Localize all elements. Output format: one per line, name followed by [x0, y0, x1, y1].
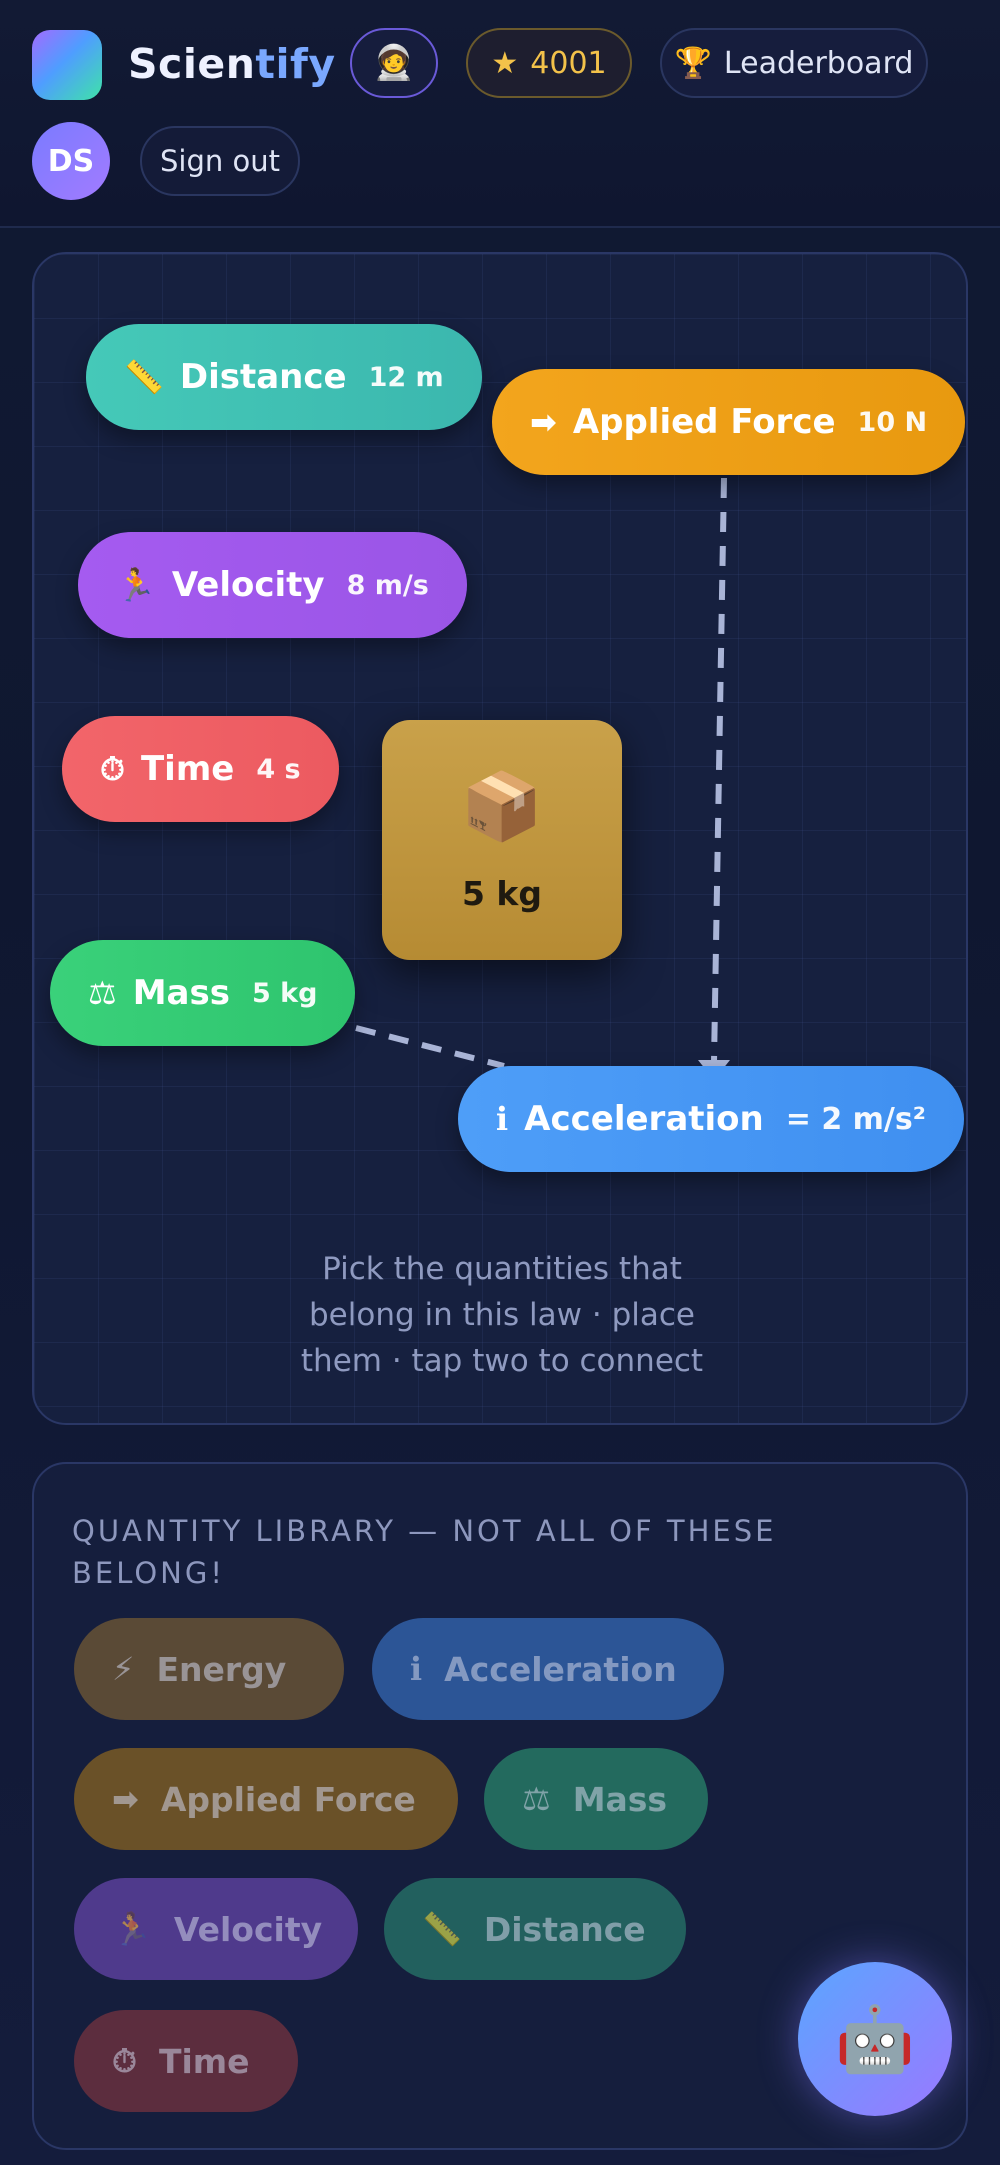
stopwatch-icon: ⏱: [100, 749, 125, 788]
arrow-right-icon: ➡: [112, 1780, 139, 1818]
weights-icon: ⚖: [522, 1780, 551, 1818]
user-avatar[interactable]: DS: [32, 122, 110, 200]
app-title: Scientify: [128, 40, 336, 88]
node-value: 8 m/s: [346, 569, 429, 601]
leaderboard-button[interactable]: 🏆 Leaderboard: [660, 28, 928, 98]
node-value: 12 m: [368, 361, 444, 393]
node-label: Velocity: [171, 565, 325, 605]
chip-label: Mass: [572, 1779, 668, 1819]
node-label: Acceleration: [524, 1099, 764, 1139]
robot-icon: 🤖: [835, 2002, 915, 2077]
arrow-right-icon: ➡: [530, 403, 557, 441]
ruler-icon: 📏: [124, 358, 164, 396]
physics-object-box[interactable]: 📦 5 kg: [382, 720, 622, 960]
chip-label: Applied Force: [160, 1779, 416, 1819]
library-chip-acceleration[interactable]: ℹ Acceleration: [372, 1618, 724, 1720]
runner-icon: 🏃: [116, 566, 156, 604]
node-distance[interactable]: 📏 Distance 12 m: [86, 324, 482, 438]
node-label: Applied Force: [572, 402, 836, 442]
node-velocity[interactable]: 🏃 Velocity 8 m/s: [78, 532, 467, 638]
runner-icon: 🏃: [112, 1910, 152, 1948]
weights-icon: ⚖: [88, 974, 117, 1012]
library-title: QUANTITY LIBRARY — NOT ALL OF THESE BELO…: [72, 1514, 777, 1590]
link-force-acceleration: [711, 477, 727, 1063]
star-icon: ★: [491, 45, 519, 81]
app-header: Scientify 🧑‍🚀 ★ 4001 🏆 Leaderboard DS Si…: [0, 0, 1000, 228]
astronaut-icon: 🧑‍🚀: [372, 43, 416, 83]
leaderboard-label: Leaderboard: [723, 45, 914, 81]
score-value: 4001: [530, 45, 607, 81]
node-label: Mass: [132, 973, 230, 1013]
info-icon: ℹ: [496, 1100, 509, 1138]
trophy-icon: 🏆: [674, 45, 712, 81]
node-applied-force[interactable]: ➡ Applied Force 10 N: [492, 369, 966, 475]
chip-label: Acceleration: [444, 1649, 677, 1689]
app-logo[interactable]: [32, 30, 102, 100]
node-mass[interactable]: ⚖ Mass 5 kg: [50, 940, 356, 1046]
node-label: Distance: [179, 357, 347, 397]
sign-out-button[interactable]: Sign out: [140, 126, 300, 196]
law-builder-canvas[interactable]: 📏 Distance 12 m ➡ Applied Force 10 N 🏃 V…: [32, 252, 968, 1425]
chip-label: Energy: [156, 1649, 287, 1689]
score-badge[interactable]: ★ 4001: [466, 28, 632, 98]
library-chip-energy[interactable]: ⚡ Energy: [74, 1618, 344, 1720]
library-chip-velocity[interactable]: 🏃 Velocity: [74, 1878, 358, 1980]
node-value: 4 s: [256, 753, 301, 785]
node-acceleration[interactable]: ℹ Acceleration = 2 m/s²: [458, 1066, 964, 1172]
assistant-robot-button[interactable]: 🤖: [798, 1962, 952, 2116]
package-icon: 📦: [460, 767, 544, 845]
node-value: = 2 m/s²: [785, 1101, 926, 1137]
library-chip-applied-force[interactable]: ➡ Applied Force: [74, 1748, 458, 1850]
profile-avatar-button[interactable]: 🧑‍🚀: [350, 28, 438, 98]
info-icon: ℹ: [410, 1650, 423, 1688]
library-chip-time[interactable]: ⏱ Time: [74, 2010, 298, 2112]
stopwatch-icon: ⏱: [112, 2041, 137, 2080]
object-mass: 5 kg: [461, 873, 543, 913]
chip-label: Distance: [483, 1909, 646, 1949]
chip-label: Time: [158, 2041, 250, 2081]
library-chip-distance[interactable]: 📏 Distance: [384, 1878, 686, 1980]
link-mass-acceleration: [355, 1025, 505, 1069]
ruler-icon: 📏: [422, 1910, 462, 1948]
node-value: 10 N: [857, 406, 928, 438]
chip-label: Velocity: [173, 1909, 323, 1949]
node-label: Time: [140, 749, 235, 789]
lightning-icon: ⚡: [112, 1650, 135, 1688]
library-chip-mass[interactable]: ⚖ Mass: [484, 1748, 708, 1850]
node-time[interactable]: ⏱ Time 4 s: [62, 716, 339, 822]
canvas-hint: Pick the quantities that belong in this …: [300, 1251, 704, 1379]
node-value: 5 kg: [251, 977, 318, 1009]
